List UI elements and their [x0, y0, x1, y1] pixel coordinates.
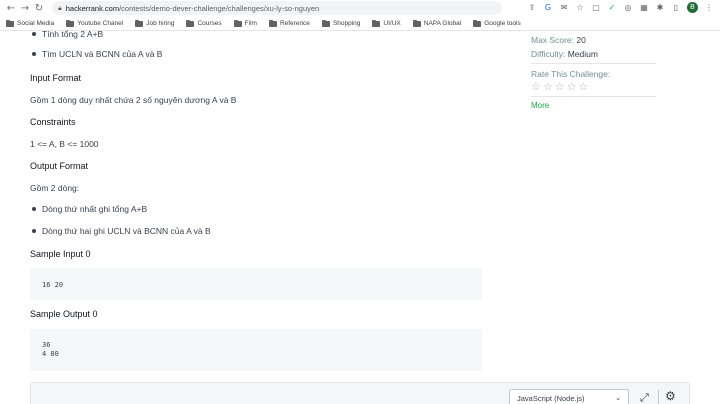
list-item: Tính tổng 2 A+B	[30, 29, 103, 39]
bookmark-folder[interactable]: Film	[233, 19, 257, 27]
sidebar-divider	[531, 63, 656, 64]
bookmark-folder[interactable]: Social Media	[6, 19, 54, 27]
extension-icons: ⇪ G ✉ ☆ ▢ ✓ ◎ ▦ ✱ ▯ B ⋮	[527, 2, 714, 13]
folder-icon	[412, 19, 421, 27]
bookmark-folder[interactable]: Reference	[268, 19, 310, 27]
sidebar-icon[interactable]: ▯	[671, 3, 681, 13]
bookmark-folder[interactable]: UI/UX	[372, 19, 401, 27]
sample-output-heading: Sample Output 0	[30, 309, 98, 319]
constraints-text: 1 <= A, B <= 1000	[30, 139, 99, 149]
star-icon[interactable]: ☆	[543, 81, 553, 92]
sidebar-divider	[531, 96, 656, 97]
forward-arrow-icon[interactable]: →	[18, 3, 32, 14]
code-editor-header: JavaScript (Node.js) ⌄ ⤢ ⚙	[30, 382, 690, 404]
toolbar-divider	[658, 390, 659, 404]
star-icon[interactable]: ☆	[567, 81, 577, 92]
output-format-intro: Gồm 2 dòng:	[30, 183, 80, 193]
folder-icon	[268, 19, 277, 27]
list-item: Dòng thứ nhất ghi tổng A+B	[30, 204, 147, 214]
star-icon[interactable]: ☆	[531, 81, 541, 92]
folder-icon	[135, 19, 144, 27]
grid-icon[interactable]: ▦	[639, 3, 649, 13]
rating-stars: ☆ ☆ ☆ ☆ ☆	[531, 81, 588, 92]
puzzle-icon[interactable]: ✱	[655, 3, 665, 13]
reload-icon[interactable]: ↻	[32, 3, 46, 14]
mail-icon[interactable]: ✉	[559, 3, 569, 13]
sample-input-heading: Sample Input 0	[30, 249, 91, 259]
back-arrow-icon[interactable]: ←	[4, 3, 18, 14]
gear-icon[interactable]: ⚙	[665, 389, 676, 403]
difficulty: Difficulty: Medium	[531, 49, 598, 59]
bookmark-folder[interactable]: Shopping	[321, 19, 360, 27]
input-format-text: Gồm 1 dòng duy nhất chứa 2 số nguyên dươ…	[30, 95, 237, 105]
share-icon[interactable]: ⇪	[527, 3, 537, 13]
star-icon[interactable]: ☆	[555, 81, 565, 92]
sample-output-box: 36 4 80	[30, 329, 482, 371]
folder-icon	[186, 19, 195, 27]
chevron-down-icon: ⌄	[615, 394, 621, 402]
avatar[interactable]: B	[687, 2, 698, 13]
sample-input-box: 16 20	[30, 268, 482, 300]
folder-icon	[66, 19, 75, 27]
menu-dots-icon[interactable]: ⋮	[704, 3, 714, 13]
constraints-heading: Constraints	[30, 117, 76, 127]
sample-input-text: 16 20	[42, 281, 64, 289]
max-score: Max Score: 20	[531, 35, 586, 45]
max-score-value: 20	[576, 35, 586, 45]
star-icon[interactable]: ☆	[579, 81, 589, 92]
folder-icon	[372, 19, 381, 27]
bookmark-folder[interactable]: Job hiring	[135, 19, 174, 27]
folder-icon	[321, 19, 330, 27]
list-item: Dòng thứ hai ghi UCLN và BCNN của A và B	[30, 226, 211, 236]
output-format-heading: Output Format	[30, 161, 89, 171]
checkmark-extension-icon[interactable]: ✓	[607, 3, 617, 13]
folder-icon	[6, 19, 14, 27]
folder-icon	[473, 19, 482, 27]
bookmark-star-icon[interactable]: ☆	[575, 3, 585, 13]
difficulty-value: Medium	[567, 49, 598, 59]
fullscreen-icon[interactable]: ⤢	[640, 391, 649, 404]
bookmark-folder[interactable]: Google tools	[473, 19, 521, 27]
browser-toolbar: ← → ↻ 🔒︎ hackerrank.com/contests/demo-de…	[0, 0, 720, 17]
bookmarks-bar: Social Media Youtube Chanel Job hiring C…	[0, 17, 720, 31]
language-select[interactable]: JavaScript (Node.js) ⌄	[509, 389, 629, 404]
address-bar[interactable]: 🔒︎ hackerrank.com/contests/demo-dever-ch…	[52, 1, 502, 15]
bookmark-folder[interactable]: NAPA Global	[412, 19, 461, 27]
translate-icon[interactable]: G	[543, 3, 553, 13]
lock-icon: 🔒︎	[58, 3, 62, 12]
sample-output-line: 4 80	[42, 350, 59, 358]
input-format-heading: Input Format	[30, 73, 82, 83]
compass-icon[interactable]: ◎	[623, 3, 633, 13]
bookmark-folder[interactable]: Courses	[186, 19, 222, 27]
sample-output-line: 36	[42, 341, 51, 349]
language-select-value: JavaScript (Node.js)	[517, 393, 585, 403]
folder-icon	[233, 19, 242, 27]
rate-challenge-label: Rate This Challenge:	[531, 69, 611, 79]
more-link[interactable]: More	[531, 101, 549, 110]
url-text: hackerrank.com/contests/demo-dever-chall…	[65, 3, 320, 13]
bookmark-folder[interactable]: Youtube Chanel	[66, 19, 123, 27]
list-item: Tìm UCLN và BCNN của A và B	[30, 49, 162, 59]
extension-icon[interactable]: ▢	[591, 3, 601, 13]
